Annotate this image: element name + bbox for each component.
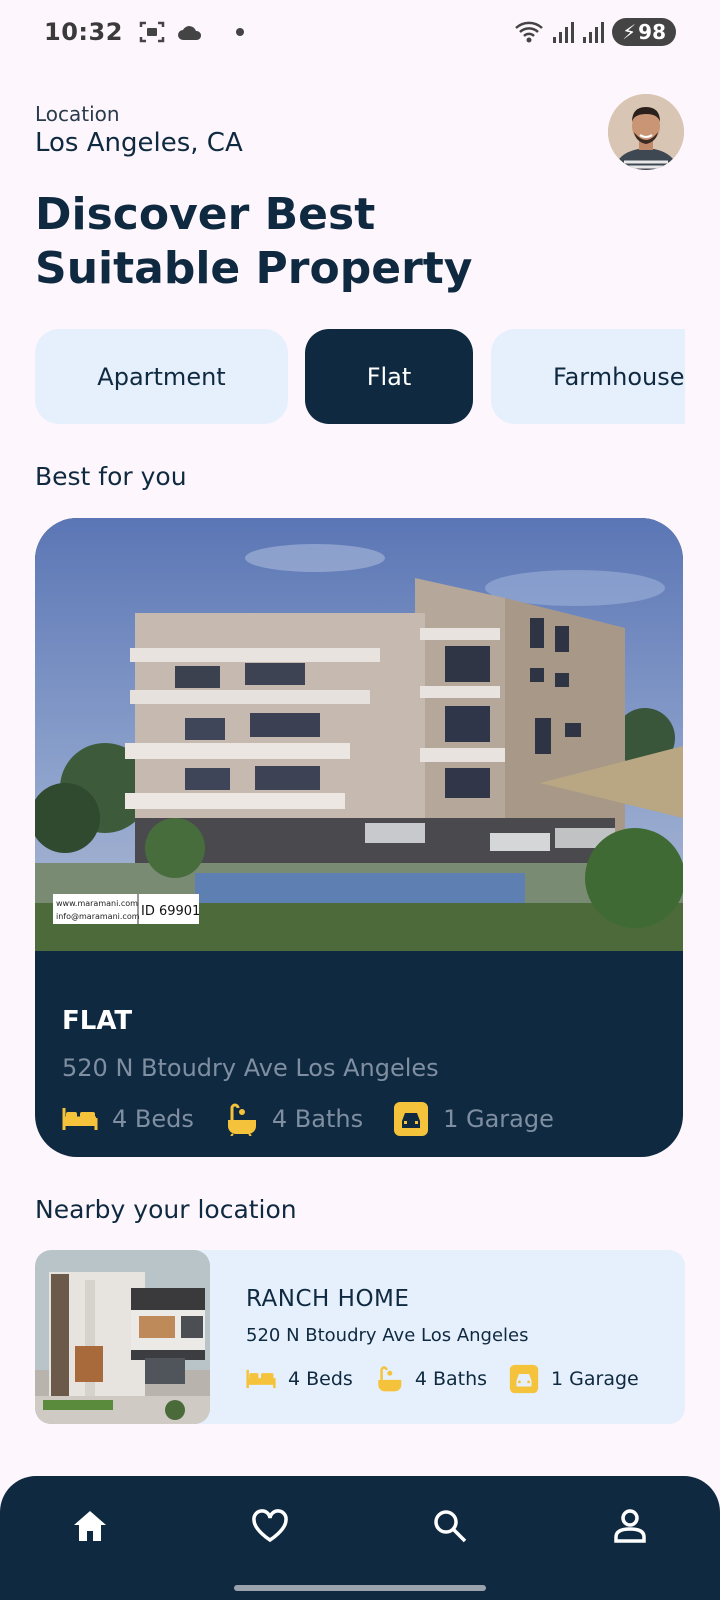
featured-property-image: www.maramani.com info@maramani.com ID 69… (35, 518, 683, 951)
nearby-baths-label: 4 Baths (414, 1368, 488, 1390)
nearby-amenity-garage: 1 Garage (509, 1364, 639, 1394)
baths-label: 4 Baths (271, 1105, 364, 1133)
tab-apartment[interactable]: Apartment (35, 329, 288, 424)
status-right: ⚡ 98 (514, 18, 676, 46)
bathtub-icon (378, 1366, 402, 1392)
cloud-icon (177, 26, 201, 40)
profile-icon (614, 1509, 646, 1543)
garage-car-icon (394, 1102, 429, 1136)
nearby-property-card[interactable]: RANCH HOME 520 N Btoudry Ave Los Angeles… (35, 1250, 685, 1424)
battery-level: 98 (638, 20, 666, 44)
home-icon (74, 1511, 106, 1541)
section-title-nearby: Nearby your location (35, 1195, 297, 1224)
beds-label: 4 Beds (112, 1105, 194, 1133)
amenity-garage: 1 Garage (393, 1101, 554, 1137)
watermark-id: ID 69901 (141, 904, 200, 919)
featured-info: FLAT 520 N Btoudry Ave Los Angeles 4 Bed… (35, 951, 683, 1157)
location-value[interactable]: Los Angeles, CA (35, 128, 243, 158)
avatar[interactable] (608, 94, 684, 170)
section-title-best: Best for you (35, 462, 187, 491)
watermark-url: www.maramani.com (56, 899, 138, 908)
title-line-1: Discover Best (35, 189, 376, 240)
status-bar: 10:32 ⚡ 98 (0, 0, 720, 64)
signal-icon-2 (583, 22, 605, 43)
battery-indicator: ⚡ 98 (612, 18, 676, 46)
garage-label: 1 Garage (443, 1105, 554, 1133)
amenity-beds: 4 Beds (62, 1105, 194, 1133)
status-time: 10:32 (44, 18, 123, 46)
featured-property-card[interactable]: www.maramani.com info@maramani.com ID 69… (35, 518, 683, 1157)
nav-favorites-button[interactable] (246, 1502, 294, 1550)
garage-car-icon (509, 1364, 539, 1394)
bed-icon (246, 1369, 276, 1389)
heart-icon (252, 1509, 288, 1543)
nearby-address: 520 N Btoudry Ave Los Angeles (246, 1325, 529, 1346)
bolt-icon: ⚡ (622, 20, 637, 44)
page-title: Discover Best Suitable Property (35, 188, 655, 296)
bed-icon (62, 1108, 98, 1130)
bottom-navigation (0, 1476, 720, 1600)
amenity-baths: 4 Baths (224, 1102, 363, 1136)
nearby-amenity-beds: 4 Beds (246, 1368, 353, 1390)
search-icon (434, 1510, 467, 1543)
watermark-email: info@maramani.com (56, 912, 140, 921)
notification-dot-icon (235, 28, 244, 36)
avatar-image (608, 94, 684, 170)
nearby-garage-label: 1 Garage (551, 1368, 639, 1390)
nav-search-button[interactable] (426, 1502, 474, 1550)
featured-amenities: 4 Beds 4 Baths 1 Garage (62, 1101, 584, 1137)
home-indicator[interactable] (234, 1585, 486, 1591)
nav-home-button[interactable] (66, 1502, 114, 1550)
signal-icon (553, 22, 575, 43)
tab-flat[interactable]: Flat (305, 329, 473, 424)
nearby-beds-label: 4 Beds (288, 1368, 353, 1390)
featured-address: 520 N Btoudry Ave Los Angeles (62, 1054, 439, 1082)
category-tabs: Apartment Flat Farmhouse (35, 329, 685, 425)
wifi-icon (515, 21, 543, 43)
tab-farmhouse[interactable]: Farmhouse (491, 329, 685, 424)
nav-profile-button[interactable] (606, 1502, 654, 1550)
nearby-amenity-baths: 4 Baths (375, 1365, 487, 1393)
title-line-2: Suitable Property (35, 243, 473, 294)
featured-type: FLAT (62, 1006, 133, 1036)
screenshot-icon (139, 21, 165, 43)
bathtub-icon (227, 1103, 256, 1136)
nearby-type: RANCH HOME (246, 1286, 410, 1312)
nearby-property-image (35, 1250, 210, 1424)
status-left-icons (139, 20, 245, 44)
location-label: Location (35, 102, 120, 126)
nearby-amenities: 4 Beds 4 Baths 1 Garage (246, 1364, 661, 1394)
